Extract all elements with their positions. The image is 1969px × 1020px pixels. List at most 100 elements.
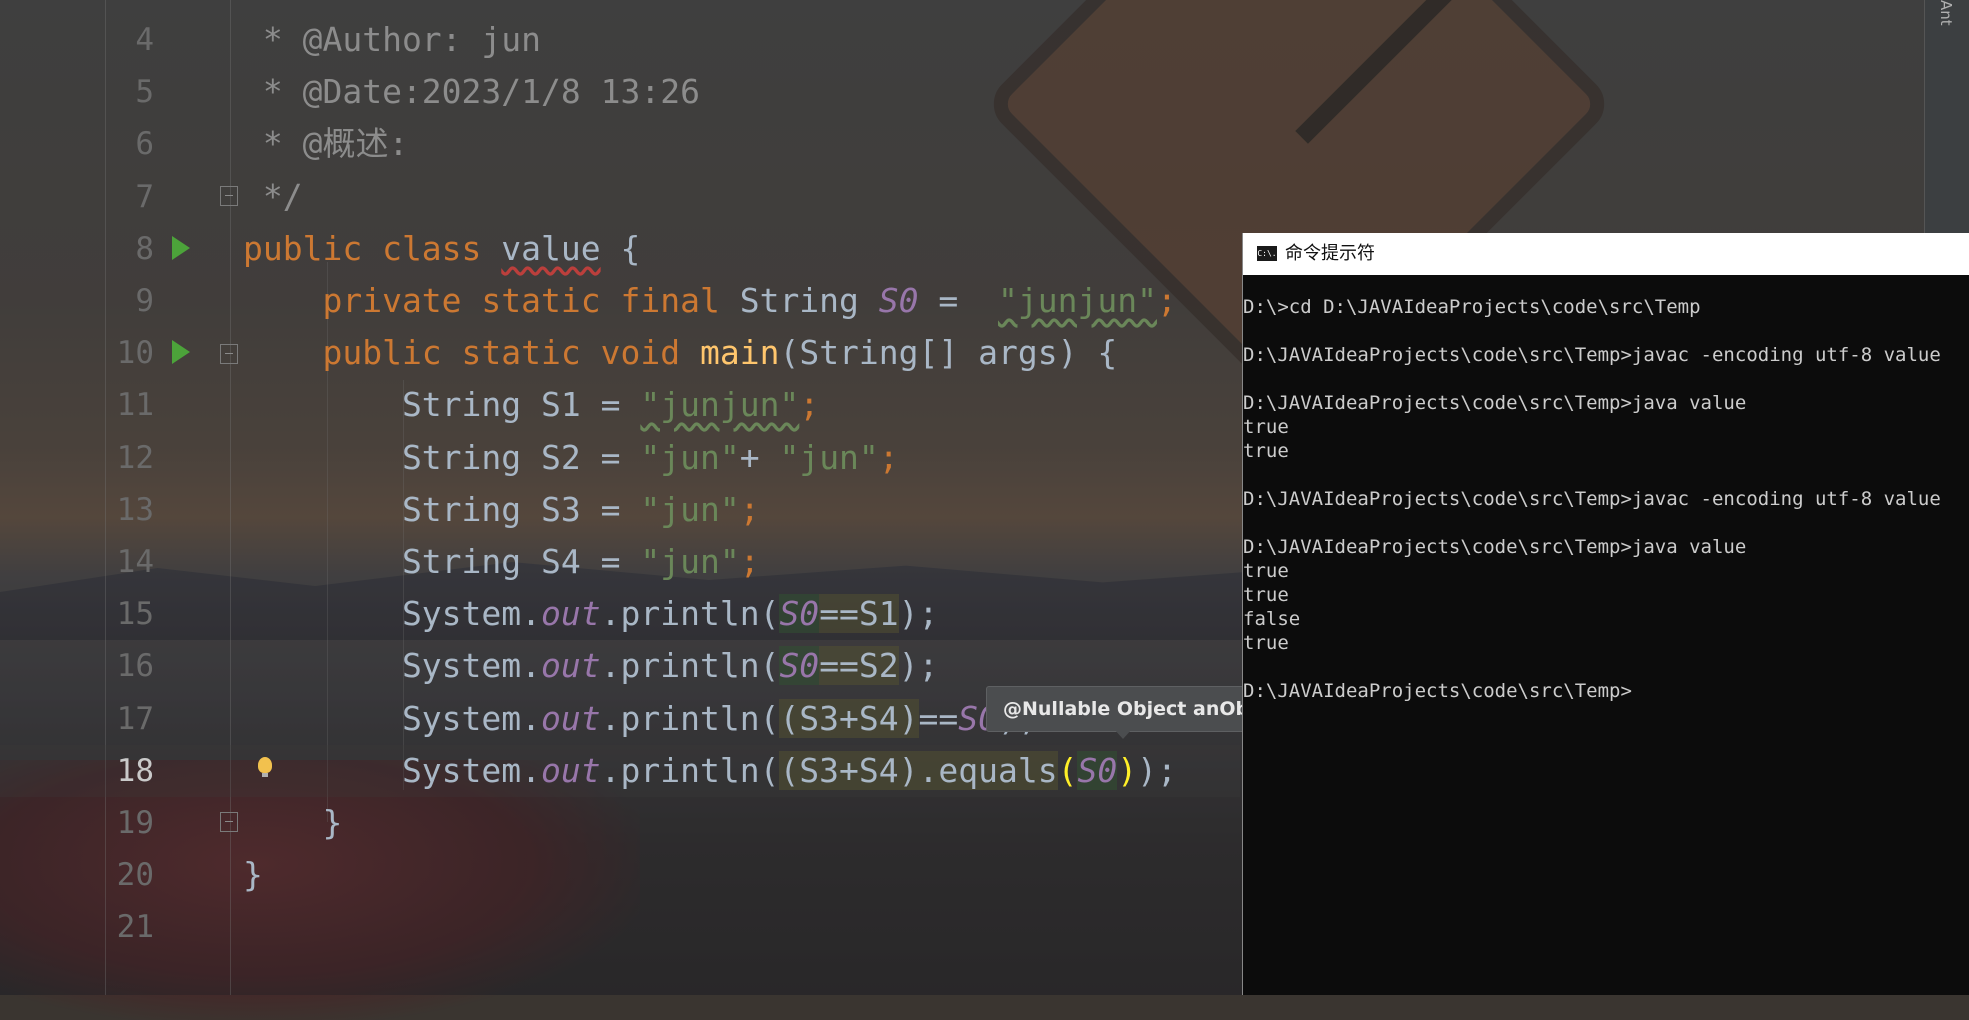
code-line[interactable]: 7 */ [0, 171, 1240, 223]
cmd-output-line: D:\JAVAIdeaProjects\code\src\Temp> [1243, 680, 1632, 702]
code-token: "jun" [779, 438, 879, 477]
code-token: main [699, 333, 780, 372]
code-token: * @概述: [243, 124, 409, 163]
code-token: ; [799, 385, 820, 424]
cmd-output-line: D:\JAVAIdeaProjects\code\src\Temp>javac … [1243, 488, 1941, 510]
run-class-icon[interactable] [172, 236, 190, 260]
code-token: ; [739, 542, 760, 581]
code-token: String S2 = [243, 438, 641, 477]
code-token: System. [243, 699, 542, 738]
code-line[interactable]: 16 System.out.println(S0==S2); [0, 640, 1240, 692]
cmd-output-line: false [1243, 608, 1301, 630]
code-token: System. [243, 594, 542, 633]
cmd-output-line [1243, 511, 1969, 535]
cmd-output-line [1243, 655, 1969, 679]
code-line[interactable]: 15 System.out.println(S0==S1); [0, 588, 1240, 640]
code-token: */ [243, 177, 303, 216]
line-number: 18 [116, 753, 154, 789]
code-token: .println( [600, 699, 780, 738]
code-token: * @Date:2023/1/8 13:26 [243, 72, 700, 111]
code-text: * @Author: jun [243, 14, 541, 66]
code-line[interactable]: 19 } [0, 797, 1240, 849]
cmd-output-line: true [1243, 416, 1289, 438]
code-line[interactable]: 9 private static final String S0 = "junj… [0, 275, 1240, 327]
cmd-output-line: true [1243, 440, 1289, 462]
cmd-output-line: true [1243, 584, 1289, 606]
code-line[interactable]: 20} [0, 849, 1240, 901]
cmd-output-line: true [1243, 560, 1289, 582]
code-token: String S3 = [243, 490, 641, 529]
tooltip-pointer [1114, 729, 1132, 739]
code-token: .println( [600, 594, 780, 633]
cmd-output-line: D:\>cd D:\JAVAIdeaProjects\code\src\Temp [1243, 296, 1701, 318]
line-number: 12 [116, 440, 154, 476]
code-token: public class [243, 229, 502, 268]
lightbulb-icon[interactable] [258, 757, 272, 777]
line-number: 6 [135, 126, 154, 162]
line-number: 9 [135, 283, 154, 319]
fold-comment-icon[interactable] [220, 186, 238, 206]
fold-method-icon[interactable] [220, 344, 238, 364]
code-text: public class value { [243, 223, 640, 275]
code-token: .println( [600, 646, 780, 685]
code-token: { [600, 229, 641, 268]
code-line[interactable]: 21 [0, 901, 1240, 953]
code-token: } [243, 803, 343, 842]
code-text: String S1 = "junjun"; [243, 379, 819, 431]
code-token: private static final [243, 281, 740, 320]
line-number: 21 [116, 909, 154, 945]
code-line[interactable]: 13 String S3 = "jun"; [0, 484, 1240, 536]
code-token: + [739, 438, 780, 477]
code-token: (S3+S4) [779, 699, 919, 738]
cmd-output-line [1243, 367, 1969, 391]
code-text: * @概述: [243, 118, 408, 170]
code-line[interactable]: 5 * @Date:2023/1/8 13:26 [0, 66, 1240, 118]
code-line[interactable]: 6 * @概述: [0, 118, 1240, 170]
code-text: } [243, 797, 342, 849]
line-number: 11 [116, 387, 154, 423]
code-token: ); [898, 594, 939, 633]
cmd-output-line: D:\JAVAIdeaProjects\code\src\Temp>java v… [1243, 536, 1747, 558]
code-text: * @Date:2023/1/8 13:26 [243, 66, 700, 118]
code-token: == [918, 699, 959, 738]
command-prompt-window[interactable]: C:\. 命令提示符 D:\>cd D:\JAVAIdeaProjects\co… [1242, 233, 1969, 995]
code-token: String [739, 281, 879, 320]
code-token: String S4 = [243, 542, 641, 581]
code-text: } [243, 849, 263, 901]
code-token: ; [739, 490, 760, 529]
ant-tool-tab[interactable]: Ant [1937, 0, 1955, 26]
code-token: } [243, 855, 263, 894]
line-number: 5 [135, 74, 154, 110]
cmd-output-line [1243, 463, 1969, 487]
code-token: .println( [600, 751, 780, 790]
code-token: System. [243, 646, 542, 685]
code-line[interactable]: 12 String S2 = "jun"+ "jun"; [0, 432, 1240, 484]
code-line[interactable]: 18 System.out.println((S3+S4).equals(S0)… [0, 745, 1240, 797]
code-token: "jun" [640, 490, 740, 529]
cmd-title: 命令提示符 [1285, 243, 1375, 264]
code-token: value [501, 229, 601, 268]
fold-end-icon[interactable] [220, 812, 238, 832]
cmd-output-line: true [1243, 632, 1289, 654]
cmd-output[interactable]: D:\>cd D:\JAVAIdeaProjects\code\src\Temp… [1243, 295, 1969, 703]
run-main-icon[interactable] [172, 340, 190, 364]
line-number: 19 [116, 805, 154, 841]
code-text: System.out.println((S3+S4)==S0); [243, 693, 1038, 745]
line-number: 17 [116, 701, 154, 737]
code-token: ); [898, 646, 939, 685]
code-token: S0 [779, 646, 820, 685]
code-token: String S1 = [243, 385, 641, 424]
cmd-title-bar[interactable]: C:\. 命令提示符 [1243, 233, 1969, 275]
code-line[interactable]: 4 * @Author: jun [0, 14, 1240, 66]
line-number: 13 [116, 492, 154, 528]
code-token: ; [1156, 281, 1177, 320]
code-text: */ [243, 171, 303, 223]
cmd-output-line: D:\JAVAIdeaProjects\code\src\Temp>java v… [1243, 392, 1747, 414]
right-tool-strip [1924, 0, 1969, 233]
code-token: ==S1 [819, 594, 899, 633]
code-text: String S3 = "jun"; [243, 484, 760, 536]
code-line[interactable]: 14 String S4 = "jun"; [0, 536, 1240, 588]
code-token: ==S2 [819, 646, 899, 685]
code-line[interactable]: 11 String S1 = "junjun"; [0, 379, 1240, 431]
code-token: S0 [1077, 751, 1118, 790]
